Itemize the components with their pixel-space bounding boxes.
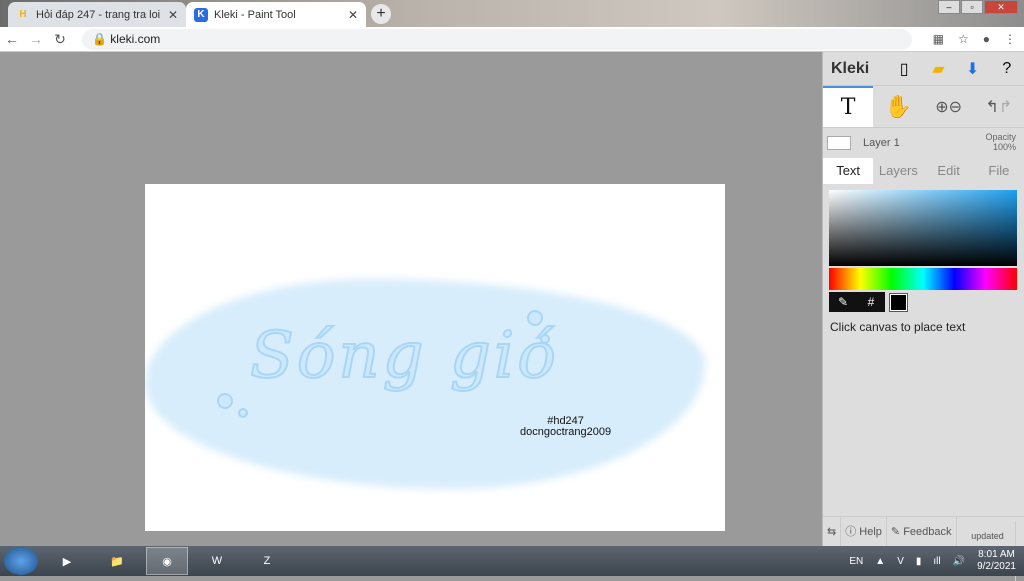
download-icon[interactable]: ⬇ xyxy=(956,59,990,79)
tray-arrow-icon[interactable]: ▲ xyxy=(875,556,885,567)
undo-icon[interactable]: ↰ xyxy=(985,97,998,117)
tab-hoidap[interactable]: H Hỏi đáp 247 - trang tra loi ✕ xyxy=(8,2,186,27)
feedback-button[interactable]: ✎ Feedback xyxy=(887,516,957,547)
volume-icon[interactable]: 🔊 xyxy=(953,556,965,567)
minimize-button[interactable]: – xyxy=(938,0,960,14)
text-tool-button[interactable]: T xyxy=(823,86,874,127)
url-input[interactable]: 🔒 kleki.com xyxy=(82,29,912,50)
tab-file[interactable]: File xyxy=(974,158,1024,184)
tab-text[interactable]: Text xyxy=(823,158,874,184)
qr-icon[interactable]: ▦ xyxy=(933,32,944,46)
profile-icon[interactable]: ● xyxy=(983,32,990,46)
signature: #hd247 docngoctrang2009 xyxy=(520,416,611,438)
file-explorer-icon[interactable]: 📁 xyxy=(96,547,138,575)
opacity-value: 100% xyxy=(992,142,1016,152)
kleki-favicon-icon: K xyxy=(194,7,208,22)
layer-row[interactable]: Layer 1 Opacity 100% xyxy=(823,128,1024,158)
chrome-icon[interactable]: ◉ xyxy=(146,547,188,575)
tab-bar: H Hỏi đáp 247 - trang tra loi ✕ K Kleki - P… xyxy=(0,0,1024,27)
tab-edit[interactable]: Edit xyxy=(924,158,974,184)
time: 8:01 AM xyxy=(978,549,1015,560)
hint-text: Click canvas to place text xyxy=(830,320,966,334)
word-icon[interactable]: W xyxy=(196,547,238,575)
eyedropper-icon[interactable]: ✎ xyxy=(829,292,857,312)
zoom-buttons[interactable]: ⊕ ⊖ xyxy=(924,86,974,127)
close-window-button[interactable]: ✕ xyxy=(984,0,1018,14)
clock[interactable]: 8:01 AM 9/2/2021 xyxy=(977,549,1016,573)
menu-icon[interactable]: ⋮ xyxy=(1004,32,1016,46)
undo-redo[interactable]: ↰ ↱ xyxy=(974,86,1024,127)
drawing-canvas[interactable]: Sóng gió #hd247 docngoctrang2009 xyxy=(145,184,725,531)
kleki-logo: Kleki xyxy=(831,59,870,77)
tab-title: Hỏi đáp 247 - trang tra loi xyxy=(36,8,161,21)
close-tab-icon[interactable]: ✕ xyxy=(168,8,178,22)
address-bar: ← → ↻ 🔒 kleki.com ▦ ☆ ● ⋮ xyxy=(0,27,1024,52)
opacity-label: Opacity xyxy=(985,132,1016,142)
date: 9/2/2021 xyxy=(977,561,1016,572)
signature-line: docngoctrang2009 xyxy=(520,426,612,438)
text-tool-icon: T xyxy=(840,95,856,120)
antivirus-icon[interactable]: V xyxy=(897,556,904,567)
canvas-area[interactable]: Sóng gió #hd247 docngoctrang2009 xyxy=(0,52,822,546)
zoom-in-icon[interactable]: ⊕ xyxy=(935,97,948,117)
tool-panel: Kleki ▯ ▰ ⬇? T ✋ ⊕ ⊖ ↰ ↱ Layer 1 Opacity 100% Text… xyxy=(822,52,1024,581)
new-file-icon[interactable]: ▯ xyxy=(887,59,921,79)
back-icon[interactable]: ← xyxy=(0,31,24,47)
hoidap-favicon-icon: H xyxy=(19,9,27,20)
help-icon[interactable]: ? xyxy=(990,60,1024,78)
open-folder-icon[interactable]: ▰ xyxy=(921,59,955,79)
signal-icon[interactable]: ıll xyxy=(933,556,940,567)
art-text: Sóng gió xyxy=(249,318,559,394)
new-tab-button[interactable]: + xyxy=(371,4,391,24)
tab-title: Kleki - Paint Tool xyxy=(214,8,296,21)
maximize-button[interactable]: ▫ xyxy=(961,0,983,14)
bubble xyxy=(540,334,550,344)
media-player-icon[interactable]: ▶ xyxy=(46,547,88,575)
forward-icon[interactable]: → xyxy=(24,31,48,47)
reload-icon[interactable]: ↻ xyxy=(48,31,72,48)
hand-tool-icon[interactable]: ✋ xyxy=(873,86,923,127)
zalo-icon[interactable]: Z xyxy=(246,547,288,575)
help-label: Help xyxy=(859,525,882,538)
tab-kleki[interactable]: K Kleki - Paint Tool ✕ xyxy=(186,2,366,27)
layer-thumbnail xyxy=(827,136,851,150)
url-text: kleki.com xyxy=(110,32,161,46)
language-indicator[interactable]: EN xyxy=(849,556,863,567)
hex-input-icon[interactable]: # xyxy=(857,292,885,312)
help-button[interactable]: ⓘ Help xyxy=(841,516,887,547)
redo-icon[interactable]: ↱ xyxy=(999,97,1012,117)
hue-slider[interactable] xyxy=(829,268,1017,290)
battery-icon[interactable]: ▮ xyxy=(916,556,922,567)
selected-color-swatch[interactable] xyxy=(889,293,908,312)
zoom-out-icon[interactable]: ⊖ xyxy=(949,97,962,117)
star-icon[interactable]: ☆ xyxy=(958,32,969,46)
taskbar: ▶ 📁 ◉ W Z EN ▲ V ▮ ıll 🔊 8:01 AM 9/2/2021 xyxy=(0,546,1024,576)
close-tab-icon[interactable]: ✕ xyxy=(348,8,358,22)
tab-layers[interactable]: Layers xyxy=(873,158,923,184)
bubble xyxy=(217,393,233,409)
color-picker[interactable] xyxy=(829,190,1017,266)
start-button[interactable] xyxy=(4,547,38,575)
swap-side-icon[interactable]: ⇆ xyxy=(823,516,842,547)
feedback-label: Feedback xyxy=(903,525,952,538)
bubble xyxy=(527,310,543,326)
bubble xyxy=(238,408,248,418)
layer-name: Layer 1 xyxy=(863,137,900,149)
